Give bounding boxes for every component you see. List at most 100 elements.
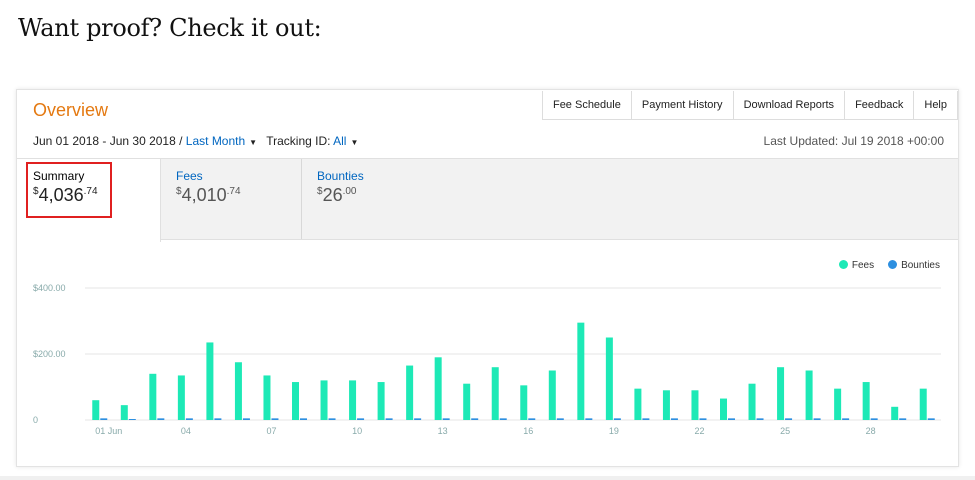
page-heading: Want proof? Check it out: [18,14,322,42]
bar-fees [349,380,357,420]
chevron-down-icon[interactable]: ▼ [350,138,358,147]
bar-fees [406,365,414,420]
bar-fees [891,406,899,420]
fees-dot-icon [838,260,848,269]
bar-fees [919,388,927,420]
bar-fees [777,367,785,420]
bar-fees [520,385,528,420]
last-updated: Last Updated: Jul 19 2018 +00:00 [763,134,944,148]
bar-bounties [528,418,536,420]
tab-pointer [80,240,98,249]
bar-fees [805,370,813,420]
summary-label: Summary [33,169,85,183]
bar-bounties [870,418,878,420]
feedback-link[interactable]: Feedback [845,91,915,119]
bar-fees [234,362,242,420]
bar-bounties [842,418,850,420]
bar-fees [548,370,556,420]
help-link[interactable]: Help [914,91,958,119]
x-tick-label: 19 [609,426,619,436]
tracking-label: Tracking ID: [266,134,331,148]
bar-fees [434,357,442,420]
fee-schedule-link[interactable]: Fee Schedule [543,91,632,119]
bar-bounties [300,418,307,420]
bar-bounties [642,418,650,420]
bar-fees [862,382,870,420]
bar-fees [834,388,842,420]
bar-fees [720,398,727,420]
y-tick-label: $200.00 [33,349,66,359]
y-tick-label: 0 [33,415,38,425]
earnings-bar-chart: 0 $200.00 $400.00 01 Jun 04 07 10 13 16 19 22 25 28 [33,283,941,436]
bar-fees [149,373,157,420]
x-tick-label: 28 [866,426,876,436]
x-tick-label: 16 [523,426,533,436]
legend-fees[interactable]: Fees [838,260,874,271]
bar-fees [463,383,471,420]
bounties-dot-icon [888,260,898,269]
top-nav: Fee Schedule Payment History Download Re… [541,91,958,120]
download-reports-link[interactable]: Download Reports [734,91,846,119]
bar-bounties [670,418,678,420]
bar-bounties [185,418,193,420]
bar-bounties [785,418,793,420]
fees-amount: $4,010.74 [176,185,241,205]
bar-fees [206,342,214,420]
bar-bounties [728,418,735,420]
divider [0,476,975,480]
y-tick-label: $400.00 [33,283,66,293]
bar-fees [177,375,185,420]
period-dropdown[interactable]: Last Month [186,134,245,148]
bounties-label: Bounties [317,169,364,183]
fees-label: Fees [176,169,203,183]
bar-fees [92,400,100,420]
x-tick-label: 07 [266,426,276,436]
bar-bounties [699,418,707,420]
bar-bounties [613,418,621,420]
bar-fees [320,380,328,420]
bar-fees [634,388,642,420]
bar-fees [605,337,613,420]
bar-bounties [128,419,136,420]
bar-bounties [756,418,764,420]
bar-bounties [414,418,422,420]
payment-history-link[interactable]: Payment History [632,91,734,119]
bar-bounties [271,418,279,420]
bar-fees [577,322,585,420]
bar-bounties [556,418,564,420]
tab-bounties[interactable]: Bounties $26.00 [301,159,461,239]
bar-bounties [471,418,479,420]
bar-bounties [214,418,222,420]
chart-legend: Fees Bounties [838,260,940,271]
bar-bounties [357,418,365,420]
bar-bounties [242,418,250,420]
bar-fees [292,382,299,420]
bar-fees [377,382,385,420]
bar-fees [263,375,271,420]
tracking-id-dropdown[interactable]: All [333,134,346,148]
summary-amount: $4,036.74 [33,185,98,205]
legend-bounties[interactable]: Bounties [888,260,940,271]
tab-fees[interactable]: Fees $4,010.74 [160,159,302,239]
x-tick-label: 25 [780,426,790,436]
bar-bounties [585,418,593,420]
bar-bounties [328,418,336,420]
bar-bounties [899,418,907,420]
x-tick-label: 10 [352,426,362,436]
bar-bounties [442,418,450,420]
bar-fees [748,383,756,420]
tab-summary[interactable]: Summary $4,036.74 [17,159,161,242]
bar-bounties [927,418,935,420]
bounties-amount: $26.00 [317,185,357,205]
x-tick-label: 13 [438,426,448,436]
bar-bounties [499,418,507,420]
bar-bounties [100,418,108,420]
bar-fees [120,405,128,420]
summary-tabs: Summary $4,036.74 Fees $4,010.74 Bountie… [17,158,958,242]
chevron-down-icon[interactable]: ▼ [249,138,257,147]
date-range: Jun 01 2018 - Jun 30 2018 / [33,134,183,148]
bar-fees [491,367,499,420]
associates-overview-panel: Overview Fee Schedule Payment History Do… [16,89,959,467]
bar-bounties [385,418,393,420]
bar-fees [662,390,670,420]
